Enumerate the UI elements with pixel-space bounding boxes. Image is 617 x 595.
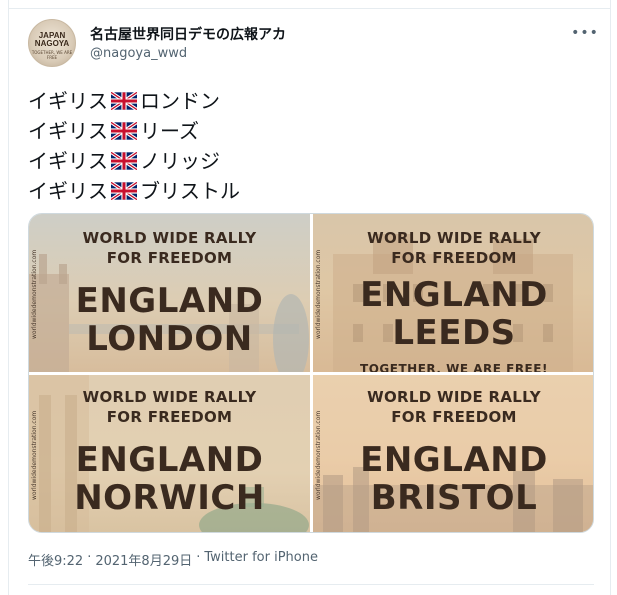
timeline-border-right <box>610 0 611 595</box>
city-text: リーズ <box>140 119 199 143</box>
tweet-date[interactable]: 2021年8月29日 <box>95 550 192 569</box>
more-horizontal-icon[interactable]: ••• <box>571 24 598 42</box>
tweet-line: イギリス ノリッジ <box>28 146 588 176</box>
country-text: イギリス <box>28 119 108 143</box>
divider <box>28 584 594 585</box>
rally-subtitle: FOR FREEDOM <box>391 408 517 426</box>
rally-title: WORLD WIDE RALLY <box>367 229 541 247</box>
city-text: ブリストル <box>140 179 240 203</box>
uk-flag-icon <box>111 152 137 170</box>
country-text: イギリス <box>28 179 108 203</box>
rally-subtitle: FOR FREEDOM <box>106 408 233 426</box>
tweet-metadata: 午後9:22 · 2021年8月29日 · Twitter for iPhone <box>28 550 318 569</box>
media-image-london[interactable]: worldwidedemonstration.com WORLD WIDE RA… <box>29 214 310 372</box>
city-text: ノリッジ <box>140 149 220 173</box>
media-image-bristol[interactable]: worldwidedemonstration.com WORLD WIDE RA… <box>313 375 593 532</box>
avatar[interactable]: JAPAN NAGOYA TOGETHER, WE ARE FREE <box>28 19 76 67</box>
city-heading: LEEDS <box>392 313 516 353</box>
city-heading: LONDON <box>86 319 253 359</box>
uk-flag-icon <box>111 122 137 140</box>
rally-title: WORLD WIDE RALLY <box>367 388 541 406</box>
country-heading: ENGLAND <box>360 275 548 315</box>
avatar-subtext: TOGETHER, WE ARE FREE <box>31 50 73 60</box>
city-heading: BRISTOL <box>370 478 538 518</box>
rally-subtitle: FOR FREEDOM <box>391 249 517 267</box>
tweet-source[interactable]: Twitter for iPhone <box>204 550 318 569</box>
display-name[interactable]: 名古屋世界同日デモの広報アカ <box>90 24 286 44</box>
uk-flag-icon <box>111 182 137 200</box>
rally-subtitle: FOR FREEDOM <box>106 249 233 267</box>
slogan-text: TOGETHER, WE ARE FREE! <box>360 362 548 372</box>
country-text: イギリス <box>28 149 108 173</box>
avatar-text: JAPAN NAGOYA <box>34 31 70 48</box>
uk-flag-icon <box>111 92 137 110</box>
user-handle[interactable]: @nagoya_wwd <box>90 46 187 61</box>
rally-title: WORLD WIDE RALLY <box>82 388 257 406</box>
tweet-text: イギリス ロンドン イギリス リーズ イギリス ノリッジ イギリス ブリストル <box>28 86 588 206</box>
separator: · <box>196 550 201 565</box>
timeline-border-top <box>8 8 611 9</box>
media-image-leeds[interactable]: worldwidedemonstration.com WORLD WIDE RA… <box>313 214 593 372</box>
country-heading: ENGLAND <box>360 440 548 480</box>
tweet-time[interactable]: 午後9:22 <box>28 550 83 569</box>
city-heading: NORWICH <box>74 478 265 518</box>
tweet-line: イギリス ブリストル <box>28 176 588 206</box>
tweet-line: イギリス リーズ <box>28 116 588 146</box>
country-heading: ENGLAND <box>75 440 264 480</box>
country-heading: ENGLAND <box>75 281 264 321</box>
tweet-line: イギリス ロンドン <box>28 86 588 116</box>
timeline-border-left <box>8 0 9 595</box>
country-text: イギリス <box>28 89 108 113</box>
media-image-norwich[interactable]: worldwidedemonstration.com WORLD WIDE RA… <box>29 375 310 532</box>
rally-title: WORLD WIDE RALLY <box>82 229 257 247</box>
separator: · <box>87 550 92 565</box>
city-text: ロンドン <box>140 89 220 113</box>
media-grid: worldwidedemonstration.com WORLD WIDE RA… <box>28 213 594 533</box>
